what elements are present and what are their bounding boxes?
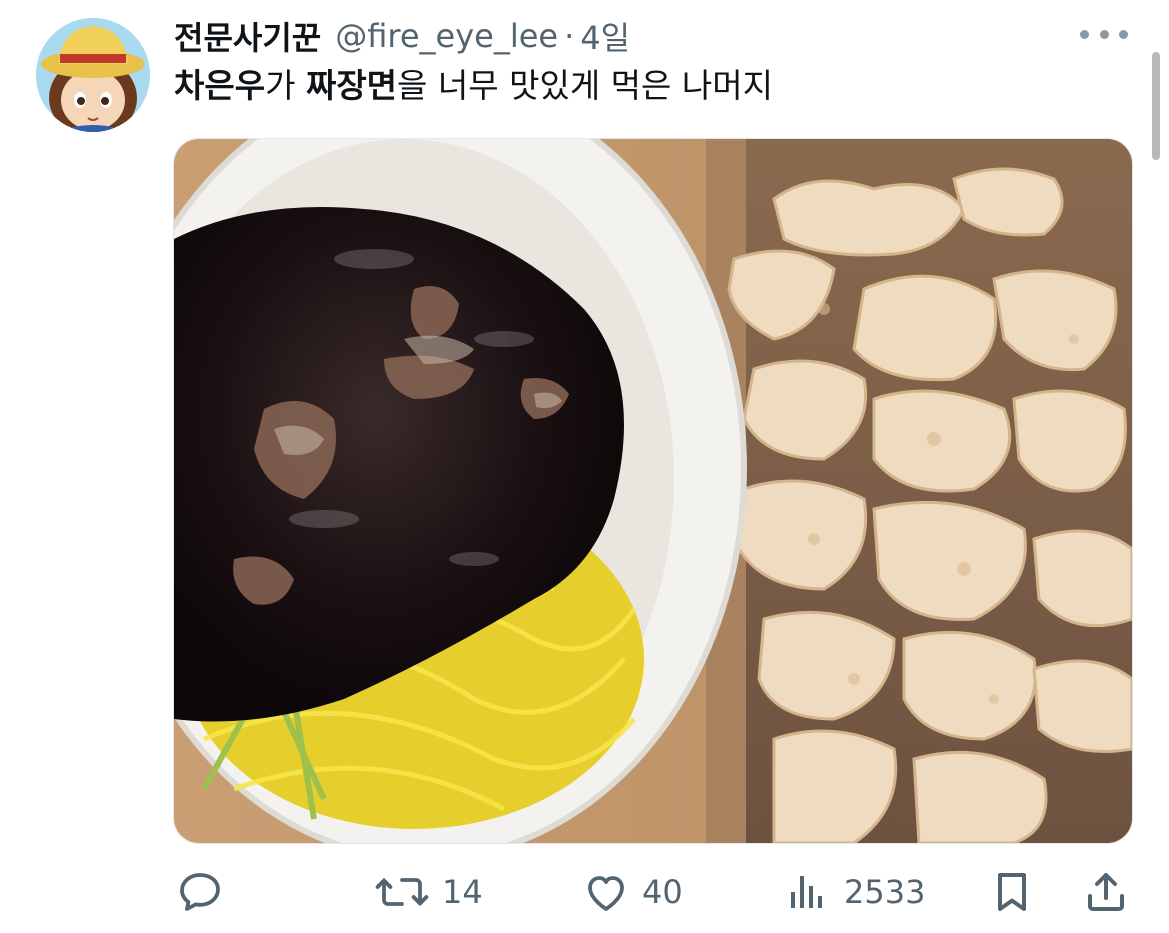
reply-icon (180, 873, 220, 911)
header-separator: · (564, 17, 575, 55)
scrollbar[interactable] (1152, 52, 1160, 160)
tweet-text: 차은우가 짜장면을 너무 맛있게 먹은 나머지 (174, 64, 773, 108)
avatar[interactable] (36, 18, 150, 132)
more-horizontal-icon (1099, 29, 1109, 39)
tweet-text-bold-2: 짜장면 (305, 66, 398, 105)
retweet-icon (375, 878, 429, 906)
bookmark-icon (998, 873, 1026, 911)
bookmark-button[interactable] (988, 862, 1036, 922)
food-photo (174, 139, 1132, 843)
like-button[interactable]: 40 (582, 862, 683, 922)
avatar-illustration (36, 18, 150, 132)
reply-button[interactable] (176, 862, 236, 922)
tweet-header: 전문사기꾼 @fire_eye_lee · 4일 (174, 14, 630, 58)
views-icon (791, 876, 822, 908)
author-handle[interactable]: @fire_eye_lee (335, 17, 558, 55)
author-display-name[interactable]: 전문사기꾼 (174, 13, 321, 59)
tweet-text-segment-2: 가 (265, 66, 306, 105)
tweet-text-segment-4: 을 너무 맛있게 먹은 나머지 (397, 66, 773, 105)
more-horizontal-icon (1119, 29, 1128, 39)
more-horizontal-icon (1080, 29, 1089, 39)
tweet-action-bar: 14 40 2533 (0, 862, 1169, 922)
tweet: 전문사기꾼 @fire_eye_lee · 4일 차은우가 짜장면을 너무 맛있… (0, 0, 1169, 933)
views-button[interactable]: 2533 (784, 862, 925, 922)
share-button[interactable] (1082, 862, 1130, 922)
retweet-button[interactable]: 14 (374, 862, 483, 922)
tweet-media-photo[interactable] (173, 138, 1133, 844)
tweet-timestamp[interactable]: 4일 (580, 13, 630, 59)
heart-icon (588, 876, 624, 911)
retweet-count: 14 (442, 873, 483, 911)
view-count: 2533 (844, 873, 926, 911)
tweet-text-bold-1: 차은우 (174, 66, 266, 105)
like-count: 40 (642, 873, 683, 911)
share-icon (1088, 873, 1124, 911)
more-options-button[interactable] (1080, 20, 1128, 48)
